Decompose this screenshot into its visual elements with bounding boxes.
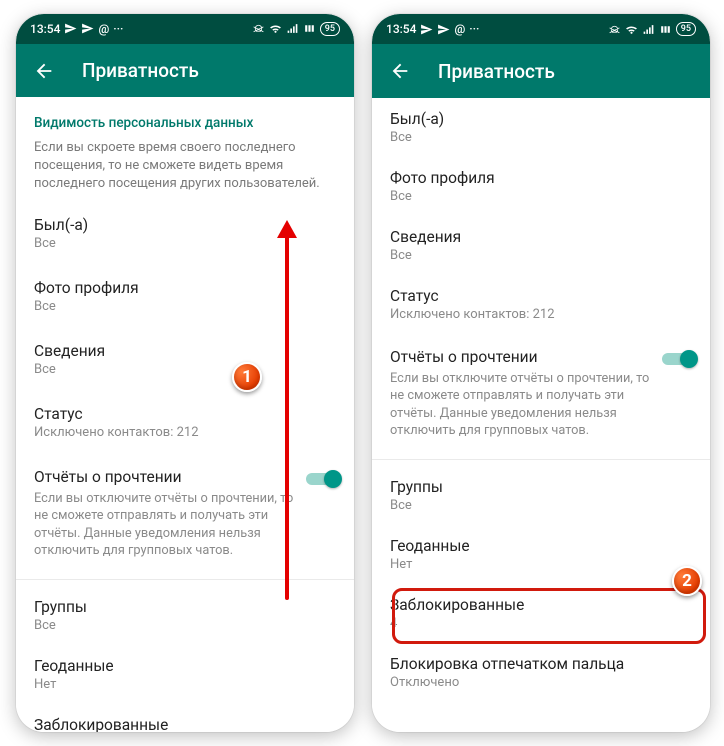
switch-thumb [680,350,698,368]
row-sub: Нет [34,677,336,692]
row-title: Фото профиля [390,169,692,187]
row-status[interactable]: Статус Исключено контактов: 212 [16,391,354,454]
divider [372,459,710,460]
row-title: Отчёты о прочтении [390,348,692,366]
read-receipts-switch[interactable] [306,470,340,488]
row-title: Заблокированные [34,716,336,732]
row-title: Фото профиля [34,279,336,297]
section-header-visibility: Видимость персональных данных [16,97,354,137]
row-location[interactable]: Геоданные Нет [372,525,710,584]
appbar-title: Приватность [82,59,199,82]
row-title: Геоданные [390,537,692,555]
row-blocked[interactable]: Заблокированные [16,704,354,732]
row-desc: Если вы отключите отчёты о прочтении, то… [390,370,692,439]
volte-icon [303,22,316,35]
app-bar: Приватность [372,44,710,98]
row-title: Сведения [34,342,336,360]
settings-list[interactable]: Был(-а) Все Фото профиля Все Сведения Вс… [372,98,710,732]
row-last-seen[interactable]: Был(-а) Все [372,98,710,157]
arrow-left-icon [389,60,411,82]
send-icon [81,22,94,35]
row-sub: Исключено контактов: 212 [390,307,692,322]
send-icon [437,23,450,36]
alarm-off-icon [252,22,265,35]
send-icon [420,23,433,36]
battery-indicator: 95 [676,22,696,36]
appbar-title: Приватность [438,60,555,83]
row-title: Статус [34,405,336,423]
back-button[interactable] [24,51,64,91]
row-sub: Все [390,189,692,204]
read-receipts-switch[interactable] [662,350,696,368]
status-bar: 13:54 @ ··· 95 [372,14,710,44]
row-profile-photo[interactable]: Фото профиля Все [372,157,710,216]
row-groups[interactable]: Группы Все [16,586,354,645]
status-at-icon: @ [454,22,465,36]
arrow-left-icon [33,60,55,82]
row-sub: Все [390,498,692,513]
wifi-icon [269,22,282,35]
tutorial-composite: 13:54 @ ··· 95 Приватность Видимость пер… [0,0,724,746]
row-status[interactable]: Статус Исключено контактов: 212 [372,275,710,334]
row-title: Группы [390,478,692,496]
row-sub: Исключено контактов: 212 [34,425,336,440]
row-last-seen[interactable]: Был(-а) Все [16,202,354,265]
phone-right: 13:54 @ ··· 95 Приватность Был(-а) [372,14,710,732]
send-icon [64,22,77,35]
app-bar: Приватность [16,44,354,98]
row-sub: Отключено [390,675,692,690]
row-about[interactable]: Сведения Все [372,216,710,275]
row-sub: Все [34,299,336,314]
switch-thumb [324,470,342,488]
section-desc-visibility: Если вы скроете время своего последнего … [16,137,354,202]
row-title: Статус [390,287,692,305]
row-blocked[interactable]: Заблокированные 4 [372,584,710,643]
status-time: 13:54 [30,22,60,36]
status-more-icon: ··· [469,22,479,36]
divider [16,579,354,580]
settings-list[interactable]: Видимость персональных данных Если вы ск… [16,97,354,732]
volte-icon [659,23,672,36]
status-at-icon: @ [98,22,109,36]
wifi-icon [625,23,638,36]
row-title: Геоданные [34,657,336,675]
row-sub: Все [34,236,336,251]
row-title: Группы [34,598,336,616]
row-profile-photo[interactable]: Фото профиля Все [16,265,354,328]
alarm-off-icon [608,23,621,36]
row-sub: 4 [390,616,692,631]
row-read-receipts[interactable]: Отчёты о прочтении Если вы отключите отч… [16,454,354,573]
row-about[interactable]: Сведения Все [16,328,354,391]
row-title: Был(-а) [390,110,692,128]
row-title: Заблокированные [390,596,692,614]
row-sub: Все [34,618,336,633]
row-groups[interactable]: Группы Все [372,466,710,525]
row-sub: Нет [390,557,692,572]
row-desc: Если вы отключите отчёты о прочтении, то… [34,490,336,559]
status-bar: 13:54 @ ··· 95 [16,14,354,44]
row-title: Сведения [390,228,692,246]
back-button[interactable] [380,51,420,91]
signal-icon [642,23,655,36]
status-time: 13:54 [386,22,416,36]
row-title: Блокировка отпечатком пальца [390,655,692,673]
row-sub: Все [390,130,692,145]
phone-left: 13:54 @ ··· 95 Приватность Видимость пер… [16,14,354,732]
row-location[interactable]: Геоданные Нет [16,645,354,704]
row-title: Отчёты о прочтении [34,468,336,486]
row-sub: Все [390,248,692,263]
row-sub: Все [34,362,336,377]
battery-indicator: 95 [320,22,340,36]
row-read-receipts[interactable]: Отчёты о прочтении Если вы отключите отч… [372,334,710,453]
signal-icon [286,22,299,35]
row-title: Был(-а) [34,216,336,234]
row-fingerprint-lock[interactable]: Блокировка отпечатком пальца Отключено [372,643,710,702]
status-more-icon: ··· [113,22,123,36]
